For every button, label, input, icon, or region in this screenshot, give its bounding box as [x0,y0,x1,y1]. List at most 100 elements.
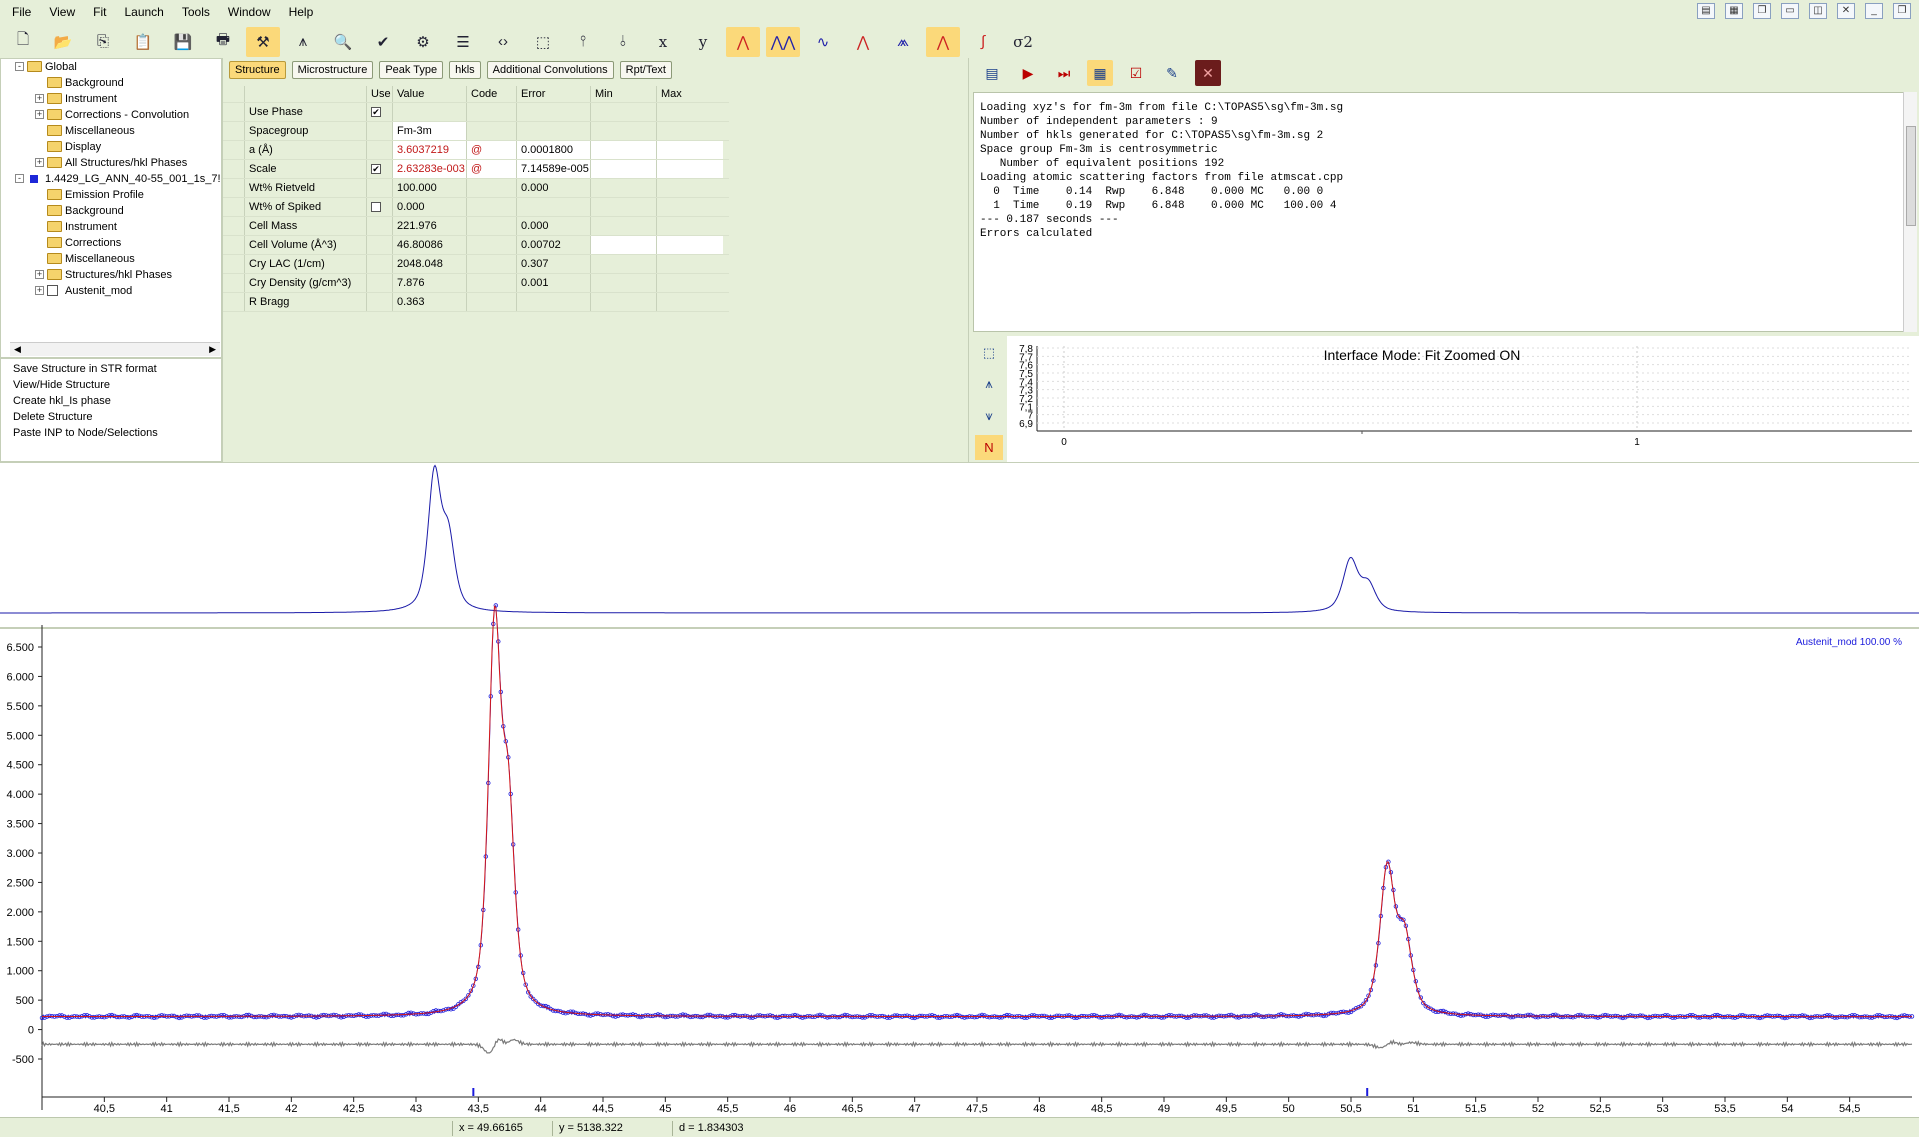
collapse-icon[interactable]: - [15,62,24,71]
row-header[interactable] [223,141,245,159]
tree-item[interactable]: Background [1,75,221,91]
min-cell[interactable] [591,141,657,159]
expand-icon[interactable]: + [35,270,44,279]
save-icon[interactable]: 💾 [166,27,200,57]
code-cell[interactable] [467,255,517,273]
max-cell[interactable] [657,141,723,159]
code-cell[interactable] [467,103,517,121]
tree-item[interactable]: Miscellaneous [1,123,221,139]
pattern-b-icon[interactable]: ⋀⋀ [766,26,800,57]
code-cell[interactable] [467,274,517,292]
peaks-icon[interactable]: ⫯ [566,27,600,57]
min-cell[interactable] [591,255,657,273]
pattern-d-icon[interactable]: ⋀ [846,27,880,57]
new-file-icon[interactable]: 🗋 [6,27,40,57]
min-cell[interactable] [591,122,657,140]
use-checkbox[interactable]: ✔ [371,164,381,174]
action-delete[interactable]: Delete Structure [13,409,209,425]
row-header[interactable] [223,179,245,197]
code-cell[interactable] [467,293,517,311]
tree-item[interactable]: Emission Profile [1,187,221,203]
tree-item[interactable]: - 1.4429_LG_ANN_40-55_001_1s_7! [1,171,221,187]
report-icon[interactable]: ▤ [979,60,1005,86]
tab-structure[interactable]: Structure [229,61,286,79]
cascade-icon[interactable]: ❐ [1753,3,1771,19]
swap-icon[interactable]: ‹› [486,27,520,57]
row-header[interactable] [223,103,245,121]
tree-item[interactable]: + All Structures/hkl Phases [1,155,221,171]
use-cell[interactable] [367,217,393,235]
use-cell[interactable] [367,293,393,311]
min-cell[interactable] [591,236,657,254]
action-save-str[interactable]: Save Structure in STR format [13,361,209,377]
ruler-icon[interactable]: ☰ [446,27,480,57]
menu-help[interactable]: Help [289,5,314,19]
pattern-a-icon[interactable]: ⋀ [726,26,760,57]
value-cell[interactable]: 100.000 [393,179,467,197]
restore-icon[interactable]: ❐ [1893,3,1911,19]
value-cell[interactable]: 2048.048 [393,255,467,273]
value-cell[interactable]: 0.363 [393,293,467,311]
pattern-f-icon[interactable]: ⋀ [926,26,960,57]
use-cell[interactable] [367,122,393,140]
expand-icon[interactable]: + [35,286,44,295]
use-checkbox[interactable]: ✔ [371,107,381,117]
minimize-icon[interactable]: _ [1865,3,1883,19]
max-cell[interactable] [657,179,723,197]
max-cell[interactable] [657,236,723,254]
expand-icon[interactable]: + [35,110,44,119]
run-icon[interactable]: ▶ [1015,60,1041,86]
log-vscrollbar[interactable] [1903,92,1917,332]
max-cell[interactable] [657,160,723,178]
min-cell[interactable] [591,274,657,292]
step-icon[interactable]: ⏭ [1051,60,1077,86]
action-paste-inp[interactable]: Paste INP to Node/Selections [13,425,209,441]
fit-icon[interactable]: ⚙ [406,27,440,57]
sigma-icon[interactable]: σ2 [1006,27,1040,57]
scroll-left-icon[interactable]: ◀ [14,344,21,355]
row-header[interactable] [223,198,245,216]
curve-icon[interactable]: ∫ [966,27,1000,57]
tab-peak-type[interactable]: Peak Type [379,61,444,79]
check-icon[interactable]: ✔ [366,27,400,57]
stop-icon[interactable]: ✕ [1195,60,1221,86]
pipette-icon[interactable]: ✎ [1159,60,1185,86]
min-cell[interactable] [591,160,657,178]
tree-item[interactable]: + Austenit_mod [1,283,221,299]
tab-hkls[interactable]: hkls [449,61,481,79]
tree-item[interactable]: Miscellaneous [1,251,221,267]
use-cell[interactable] [367,236,393,254]
use-cell[interactable] [367,179,393,197]
tree-item[interactable]: Background [1,203,221,219]
max-cell[interactable] [657,274,723,292]
tree-item[interactable]: Instrument [1,219,221,235]
tab-rpt-text[interactable]: Rpt/Text [619,61,672,79]
row-header[interactable] [223,236,245,254]
row-header[interactable] [223,160,245,178]
layout-b-icon[interactable]: ▦ [1725,3,1743,19]
code-cell[interactable] [467,122,517,140]
code-cell[interactable] [467,217,517,235]
layout-c-icon[interactable]: ▭ [1781,3,1799,19]
frame-icon[interactable]: ⬚ [526,27,560,57]
tab-microstructure[interactable]: Microstructure [291,61,374,79]
use-checkbox[interactable] [371,202,381,212]
menu-fit[interactable]: Fit [93,5,106,19]
value-cell[interactable] [393,103,467,121]
min-cell[interactable] [591,217,657,235]
menu-file[interactable]: File [12,5,31,19]
pattern-c-icon[interactable]: ∿ [806,27,840,57]
tree-item[interactable]: + Corrections - Convolution [1,107,221,123]
row-header[interactable] [223,293,245,311]
zoom-up-icon[interactable]: ⩛ [975,403,1003,429]
code-cell[interactable]: @ [467,160,517,178]
value-cell[interactable]: 221.976 [393,217,467,235]
refine-icon[interactable]: ⚒ [246,26,280,57]
max-cell[interactable] [657,103,723,121]
print-icon[interactable]: 🖶 [206,27,240,57]
use-cell[interactable] [367,141,393,159]
tree-hscrollbar[interactable]: ◀ ▶ [10,342,220,356]
layout-a-icon[interactable]: ▤ [1697,3,1715,19]
min-cell[interactable] [591,293,657,311]
peaks-edit-icon[interactable]: ⫰ [606,27,640,57]
